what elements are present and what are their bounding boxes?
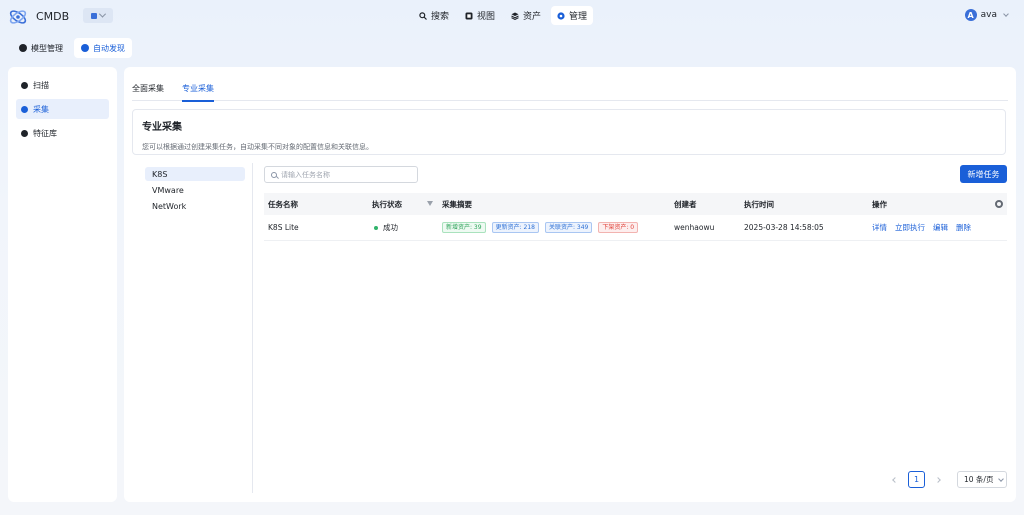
object-type-list: K8S VMware NetWork: [145, 167, 245, 215]
app-name: CMDB: [36, 10, 70, 23]
main-nav: 搜索 视图 资产 管理: [413, 6, 594, 25]
sidebar-item-collect[interactable]: 采集: [16, 99, 109, 119]
chevron-left-icon: [892, 476, 898, 483]
view-icon: [465, 12, 473, 19]
layers-icon: [511, 12, 519, 20]
tab-professional-collection[interactable]: 专业采集: [182, 81, 214, 102]
nav-label: 资产: [523, 12, 542, 22]
search-icon: [419, 11, 427, 20]
page-number[interactable]: 1: [908, 471, 925, 488]
header-actions: 操作: [872, 199, 887, 209]
table-header: 任务名称 执行状态 采集摘要 创建者 执行时间 操作: [264, 193, 1007, 215]
header-creator: 创建者: [674, 199, 697, 209]
user-name: ava: [980, 10, 997, 20]
next-page-button[interactable]: [933, 475, 943, 485]
tag-removed-assets: 下架资产: 0: [598, 222, 639, 233]
pagination: 1 10 条/页: [890, 471, 1007, 488]
tab-full-collection[interactable]: 全面采集: [132, 81, 164, 101]
collect-icon: [21, 105, 28, 113]
sidebar-item-label: 采集: [33, 104, 49, 114]
nav-label: 视图: [477, 12, 496, 22]
tag-added-assets: 新增资产: 39: [442, 222, 486, 233]
nav-item-assets[interactable]: 资产: [505, 6, 547, 25]
gear-icon[interactable]: [995, 200, 1003, 208]
scan-icon: [21, 81, 28, 89]
app-switcher[interactable]: [83, 8, 113, 23]
chevron-down-icon: [998, 475, 1005, 482]
page-title: 专业采集: [142, 122, 182, 133]
sidebar-item-label: 扫描: [33, 80, 49, 90]
user-menu[interactable]: A ava: [964, 9, 1009, 21]
page-size-select[interactable]: 10 条/页: [957, 471, 1007, 488]
cmdb-logo-icon[interactable]: [8, 7, 28, 27]
model-icon: [19, 44, 27, 52]
discover-icon: [81, 44, 89, 52]
chevron-down-icon: [1003, 11, 1009, 17]
status-success-icon: [374, 226, 378, 230]
avatar: A: [964, 9, 977, 21]
task-name: K8S Lite: [268, 223, 299, 232]
table-row: K8S Lite 成功 新增资产: 39 更新资产: 218 关联资产: 349 下架…: [264, 215, 1007, 241]
header-exec-time: 执行时间: [744, 199, 774, 209]
run-now-link[interactable]: 立即执行: [895, 223, 925, 232]
edit-link[interactable]: 编辑: [933, 223, 948, 232]
nav-label: 搜索: [431, 12, 450, 22]
header-task-name: 任务名称: [268, 199, 298, 209]
summary-cell: 新增资产: 39 更新资产: 218 关联资产: 349 下架资产: 0: [442, 222, 644, 233]
top-bar: CMDB 搜索 视图 资产 管理 A ava: [0, 0, 1024, 34]
actions-cell: 详情 立即执行 编辑 删除: [872, 222, 979, 233]
sidebar-item-label: 特征库: [33, 128, 57, 138]
feature-icon: [21, 129, 28, 137]
new-task-button[interactable]: 新增任务: [960, 165, 1007, 183]
tag-updated-assets: 更新资产: 218: [491, 222, 539, 233]
nav-item-manage[interactable]: 管理: [551, 6, 594, 25]
subtab-label: 模型管理: [31, 43, 63, 53]
sidebar-item-feature-library[interactable]: 特征库: [16, 123, 109, 143]
page-size-value: 10 条/页: [964, 475, 994, 484]
creator: wenhaowu: [674, 223, 715, 232]
tree-item-vmware[interactable]: VMware: [145, 183, 245, 197]
intro-card: 专业采集 您可以根据通过创建采集任务，自动采集不同对象的配置信息和关联信息。: [132, 109, 1006, 155]
page-description: 您可以根据通过创建采集任务，自动采集不同对象的配置信息和关联信息。: [142, 143, 373, 151]
tab-model-management[interactable]: 模型管理: [12, 38, 70, 58]
task-table: 任务名称 执行状态 采集摘要 创建者 执行时间 操作 K8S Lite 成功 新…: [264, 193, 1007, 241]
collection-tabs: 全面采集 专业采集: [132, 81, 1008, 102]
nav-label: 管理: [569, 12, 588, 22]
nav-item-search[interactable]: 搜索: [413, 6, 455, 25]
subtab-label: 自动发现: [93, 43, 125, 53]
search-box[interactable]: [264, 166, 418, 183]
header-status: 执行状态: [372, 199, 402, 209]
main-panel: 全面采集 专业采集 专业采集 您可以根据通过创建采集任务，自动采集不同对象的配置…: [124, 67, 1016, 502]
divider: [252, 163, 253, 493]
search-icon: [271, 171, 277, 178]
tag-related-assets: 关联资产: 349: [544, 222, 593, 233]
tree-item-k8s[interactable]: K8S: [145, 167, 245, 181]
grid-icon: [91, 12, 97, 19]
header-summary: 采集摘要: [442, 199, 472, 209]
prev-page-button[interactable]: [890, 475, 900, 485]
manage-icon: [557, 11, 565, 20]
status-text: 成功: [383, 223, 398, 232]
module-tabs: 模型管理 自动发现: [12, 38, 132, 58]
detail-link[interactable]: 详情: [872, 223, 887, 232]
nav-item-view[interactable]: 视图: [459, 6, 501, 25]
delete-link[interactable]: 删除: [956, 223, 971, 232]
sidebar-item-scan[interactable]: 扫描: [16, 75, 109, 95]
filter-icon[interactable]: [427, 201, 433, 206]
exec-time: 2025-03-28 14:58:05: [744, 223, 824, 232]
chevron-right-icon: [935, 476, 941, 483]
status-cell: 成功: [374, 222, 398, 233]
chevron-down-icon: [98, 10, 107, 18]
sidebar: 扫描 采集 特征库: [8, 67, 117, 502]
tab-auto-discovery[interactable]: 自动发现: [74, 38, 132, 58]
tree-item-network[interactable]: NetWork: [145, 199, 245, 213]
search-input[interactable]: [281, 170, 411, 179]
